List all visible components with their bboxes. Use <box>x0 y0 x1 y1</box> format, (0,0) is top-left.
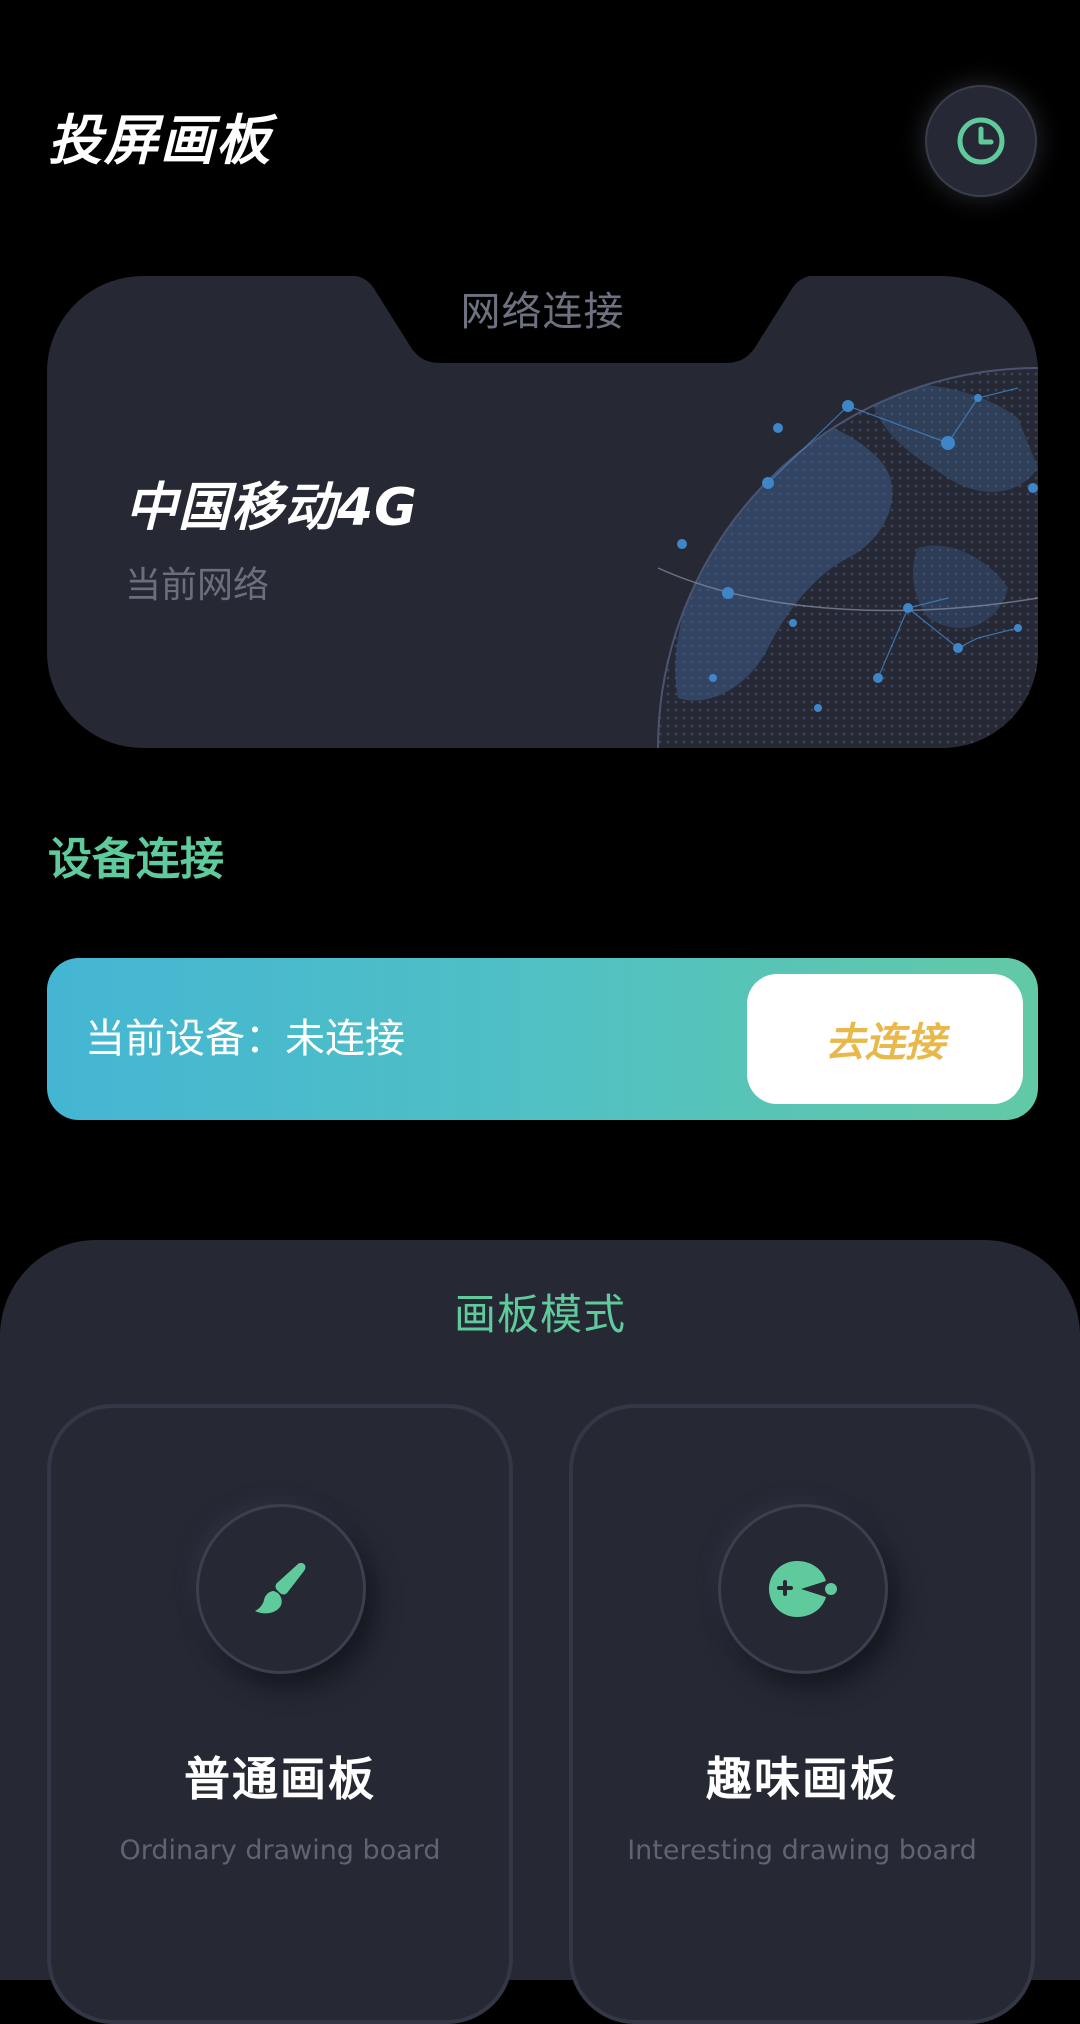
carrier-subtitle: 当前网络 <box>125 565 270 606</box>
app-title: 投屏画板 <box>48 109 272 172</box>
connect-button-label: 去连接 <box>825 1020 945 1066</box>
carrier-name: 中国移动4G <box>125 478 418 538</box>
device-section-title: 设备连接 <box>48 834 224 885</box>
interesting-board-icon-circle <box>718 1504 888 1674</box>
ordinary-board-card[interactable]: 普通画板 Ordinary drawing board <box>47 1404 513 2024</box>
device-connection-bar: 当前设备：未连接 去连接 <box>47 958 1038 1120</box>
connect-button[interactable]: 去连接 <box>747 974 1023 1104</box>
mode-subtitle: Ordinary drawing board <box>119 1835 441 1866</box>
interesting-board-card[interactable]: 趣味画板 Interesting drawing board <box>569 1404 1035 2024</box>
mode-subtitle: Interesting drawing board <box>627 1835 977 1866</box>
board-mode-panel: 画板模式 普通画板 Ordinary drawing board 趣味画板 In… <box>0 1240 1080 2024</box>
paintbrush-icon <box>255 1563 306 1614</box>
device-status-text: 当前设备：未连接 <box>85 1016 405 1062</box>
mode-name: 普通画板 <box>184 1752 376 1806</box>
pacman-icon <box>769 1561 837 1617</box>
mode-name: 趣味画板 <box>706 1752 898 1806</box>
board-mode-title: 画板模式 <box>453 1290 626 1339</box>
history-button[interactable] <box>925 85 1037 197</box>
ordinary-board-icon-circle <box>196 1504 366 1674</box>
network-card: 网络连接 中国移动4G 当前网络 <box>47 276 1038 748</box>
globe-map-image <box>657 367 1038 748</box>
network-section-label: 网络连接 <box>460 289 625 335</box>
clock-icon <box>957 117 1005 165</box>
